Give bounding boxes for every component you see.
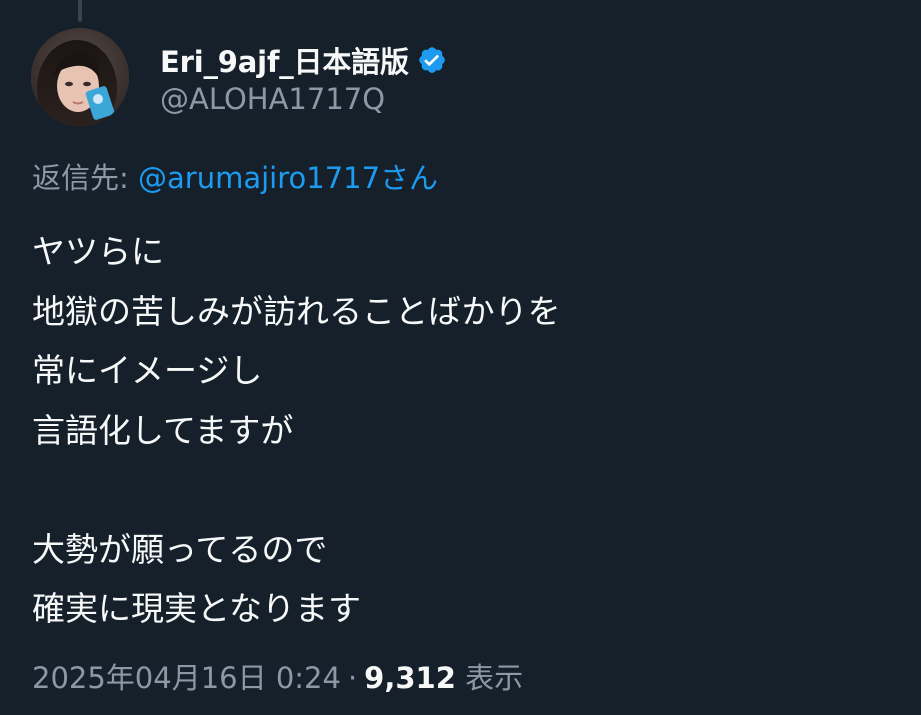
tweet-timestamp-link[interactable]: 2025年04月16日 0:24 bbox=[32, 661, 341, 695]
tweet-text-line: 常にイメージし bbox=[32, 351, 263, 390]
author-display-name[interactable]: Eri_9ajf_日本語版 bbox=[160, 39, 409, 81]
reply-to-prefix: 返信先: bbox=[32, 161, 138, 195]
tweet-text-line: 確実に現実となります bbox=[32, 589, 362, 628]
reply-to-line: 返信先: @arumajiro1717さん bbox=[32, 155, 438, 197]
tweet-text-line: 言語化してますが bbox=[32, 410, 294, 450]
tweet-text-blank-line bbox=[32, 460, 892, 520]
avatar[interactable] bbox=[31, 28, 129, 126]
views-label[interactable]: 表示 bbox=[465, 661, 523, 695]
tweet-text-line: ヤツらに bbox=[32, 232, 164, 271]
meta-separator: · bbox=[347, 661, 358, 695]
reply-to-mention-link[interactable]: @arumajiro1717さん bbox=[138, 161, 438, 195]
tweet-text-line: 大勢が願ってるので bbox=[32, 529, 328, 569]
author-handle[interactable]: @ALOHA1717Q bbox=[160, 82, 385, 116]
tweet-text: ヤツらに 地獄の苦しみが訪れることばかりを 常にイメージし 言語化してますが 大… bbox=[32, 222, 892, 639]
avatar-image bbox=[31, 28, 129, 126]
tweet-detail: Eri_9ajf_日本語版 @ALOHA1717Q 返信先: @arumajir… bbox=[0, 0, 921, 715]
tweet-meta: 2025年04月16日 0:24 · 9,312 表示 bbox=[32, 655, 523, 697]
views-count[interactable]: 9,312 bbox=[364, 661, 456, 695]
author-name-row[interactable]: Eri_9ajf_日本語版 bbox=[160, 40, 447, 80]
thread-connector-line bbox=[78, 0, 82, 22]
verified-badge-icon[interactable] bbox=[417, 45, 447, 75]
tweet-text-line: 地獄の苦しみが訪れることばかりを bbox=[32, 291, 561, 331]
